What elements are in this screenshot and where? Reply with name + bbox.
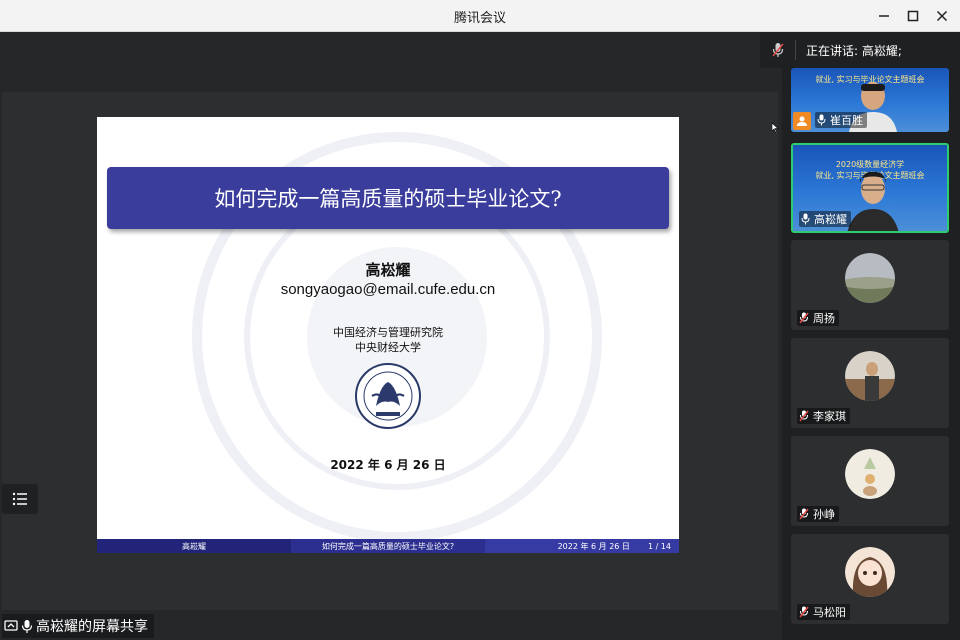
screen-share-label: 高崧耀的屏幕共享 <box>2 614 154 638</box>
participant-avatar <box>845 351 895 401</box>
footer-title: 如何完成一篇高质量的硕士毕业论文? <box>291 539 485 553</box>
mic-muted-icon <box>799 508 809 520</box>
mic-muted-icon <box>799 606 809 618</box>
participant-avatar <box>845 547 895 597</box>
participant-tile-3[interactable]: 周扬 <box>791 240 949 330</box>
speaking-label: 正在讲话: 高崧耀; <box>806 43 902 58</box>
participant-name-tag: 李家琪 <box>797 408 850 424</box>
host-user-icon <box>797 116 807 126</box>
participant-name: 马松阳 <box>813 606 846 619</box>
footer-right: 2022 年 6 月 26 日 1 / 14 <box>485 539 679 553</box>
participant-name-tag: 马松阳 <box>797 604 850 620</box>
slide-title: 如何完成一篇高质量的硕士毕业论文? <box>107 167 669 229</box>
mic-icon <box>817 114 826 126</box>
mic-icon <box>801 213 810 225</box>
participant-tile-1[interactable]: 就业, 实习与毕业论文主题班会 崔百胜 <box>791 68 949 132</box>
participant-name-tag: 高崧耀 <box>799 211 851 227</box>
title-bar: 腾讯会议 <box>0 0 960 32</box>
footer-date: 2022 年 6 月 26 日 <box>557 541 630 551</box>
close-icon <box>936 10 948 22</box>
participant-tile-5[interactable]: 孙峥 <box>791 436 949 526</box>
slide-author: 高崧耀 <box>365 261 411 279</box>
meeting-window: 腾讯会议 正在讲话: 高崧耀; 如何完成一篇高质量的硕士毕业论文? 高崧耀 so… <box>0 0 960 640</box>
speaking-mic <box>760 40 796 60</box>
presentation-slide: 如何完成一篇高质量的硕士毕业论文? 高崧耀 songyaogao@email.c… <box>97 117 679 553</box>
participant-name-tag: 孙峥 <box>797 506 839 522</box>
maximize-button[interactable] <box>903 6 923 26</box>
mic-muted-icon <box>771 43 784 57</box>
slide-list-button[interactable] <box>2 484 38 514</box>
participant-person-figure <box>847 171 899 231</box>
close-button[interactable] <box>932 6 952 26</box>
minimize-icon <box>879 15 889 17</box>
participant-name-tag: 周扬 <box>797 310 839 326</box>
participant-tile-6[interactable]: 马松阳 <box>791 534 949 624</box>
mic-muted-icon <box>799 410 809 422</box>
mouse-cursor-icon <box>772 123 779 133</box>
maximize-icon <box>907 10 919 22</box>
slide-university: 中央财经大学 <box>355 341 421 354</box>
minimize-button[interactable] <box>874 6 894 26</box>
participant-name: 崔百胜 <box>830 114 863 127</box>
mic-icon <box>21 619 33 633</box>
participant-name: 高崧耀 <box>814 213 847 226</box>
participant-avatar <box>845 449 895 499</box>
footer-author: 高崧耀 <box>97 539 291 553</box>
screen-share-text: 高崧耀的屏幕共享 <box>36 619 148 635</box>
screen-share-icon <box>4 620 18 631</box>
participant-avatar <box>845 253 895 303</box>
university-logo <box>355 363 421 429</box>
participant-name: 周扬 <box>813 312 835 325</box>
slide-date: 2022 年 6 月 26 日 <box>330 458 446 472</box>
participant-name: 孙峥 <box>813 508 835 521</box>
participant-name: 李家琪 <box>813 410 846 423</box>
participant-tile-4[interactable]: 李家琪 <box>791 338 949 428</box>
list-icon <box>12 492 27 506</box>
window-title: 腾讯会议 <box>453 11 506 26</box>
participant-sidebar: 就业, 实习与毕业论文主题班会 崔百胜 2020级数量经济学 就业, 实习与毕业… <box>782 68 960 640</box>
speaking-indicator: 正在讲话: 高崧耀; <box>760 32 960 68</box>
participant-tile-2[interactable]: 2020级数量经济学 就业, 实习与毕业论文主题班会 高崧耀 <box>791 143 949 233</box>
slide-footer: 高崧耀 如何完成一篇高质量的硕士毕业论文? 2022 年 6 月 26 日 1 … <box>97 539 679 553</box>
slide-email: songyaogao@email.cufe.edu.cn <box>280 281 496 298</box>
slide-institute: 中国经济与管理研究院 <box>333 326 443 339</box>
host-badge <box>793 112 811 130</box>
participant-name-tag: 崔百胜 <box>815 112 867 128</box>
mic-muted-icon <box>799 312 809 324</box>
footer-page: 1 / 14 <box>647 541 671 551</box>
